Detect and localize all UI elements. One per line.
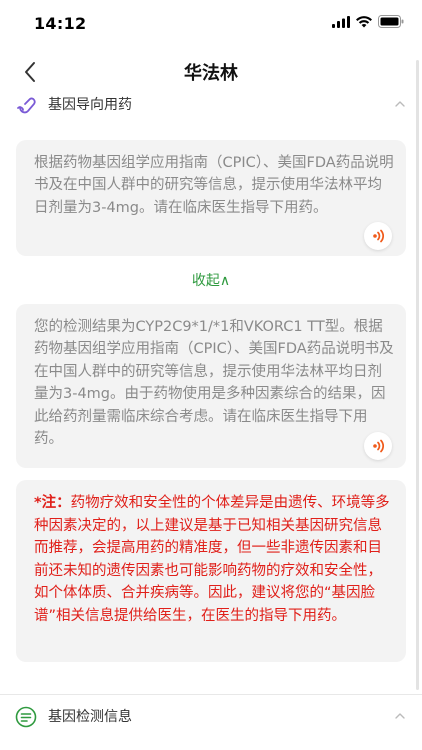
list-icon: [15, 706, 37, 728]
guideline-card: 根据药物基因组学应用指南（CPIC）、美国FDA药品说明书及在中国人群中的研究等…: [16, 140, 406, 256]
guideline-text: 根据药物基因组学应用指南（CPIC）、美国FDA药品说明书及在中国人群中的研究等…: [34, 155, 394, 216]
nav-bar: 华法林: [0, 48, 422, 94]
pill-icon: [17, 97, 36, 114]
page-title: 华法林: [184, 63, 238, 84]
scrollbar[interactable]: [416, 60, 419, 690]
section-divider: [0, 694, 422, 695]
disclaimer-card: *注：药物疗效和安全性的个体差异是由遗传、环境等多种因素决定的，以上建议是基于已…: [16, 480, 406, 662]
disclaimer-body: 药物疗效和安全性的个体差异是由遗传、环境等多种因素决定的，以上建议是基于已知相关…: [34, 495, 390, 624]
disclaimer-label: *注：: [34, 495, 71, 511]
collapse-button[interactable]: 收起∧: [0, 270, 422, 290]
chevron-up-icon: [395, 713, 405, 719]
result-audio-button[interactable]: [364, 432, 392, 460]
status-bar: 14:12: [0, 0, 422, 48]
status-time: 14:12: [34, 14, 87, 33]
battery-icon: [378, 15, 404, 28]
section-title-testing: 基因检测信息: [48, 709, 132, 725]
section-header-testing[interactable]: 基因检测信息: [0, 702, 422, 732]
guideline-audio-button[interactable]: [364, 222, 392, 250]
result-card: 您的检测结果为CYP2C9*1/*1和VKORC1 TT型。根据药物基因组学应用…: [16, 304, 406, 468]
disclaimer-text: *注：药物疗效和安全性的个体差异是由遗传、环境等多种因素决定的，以上建议是基于已…: [34, 492, 396, 628]
section-header-dosing[interactable]: 基因导向用药: [0, 90, 422, 120]
result-text: 您的检测结果为CYP2C9*1/*1和VKORC1 TT型。根据药物基因组学应用…: [34, 319, 394, 448]
sound-icon: [373, 229, 385, 243]
section-title-dosing: 基因导向用药: [48, 97, 132, 113]
status-icons: [332, 15, 404, 28]
signal-icon: [332, 15, 350, 28]
sound-icon: [373, 439, 385, 453]
wifi-icon: [356, 15, 372, 27]
chevron-up-icon: [395, 101, 405, 107]
